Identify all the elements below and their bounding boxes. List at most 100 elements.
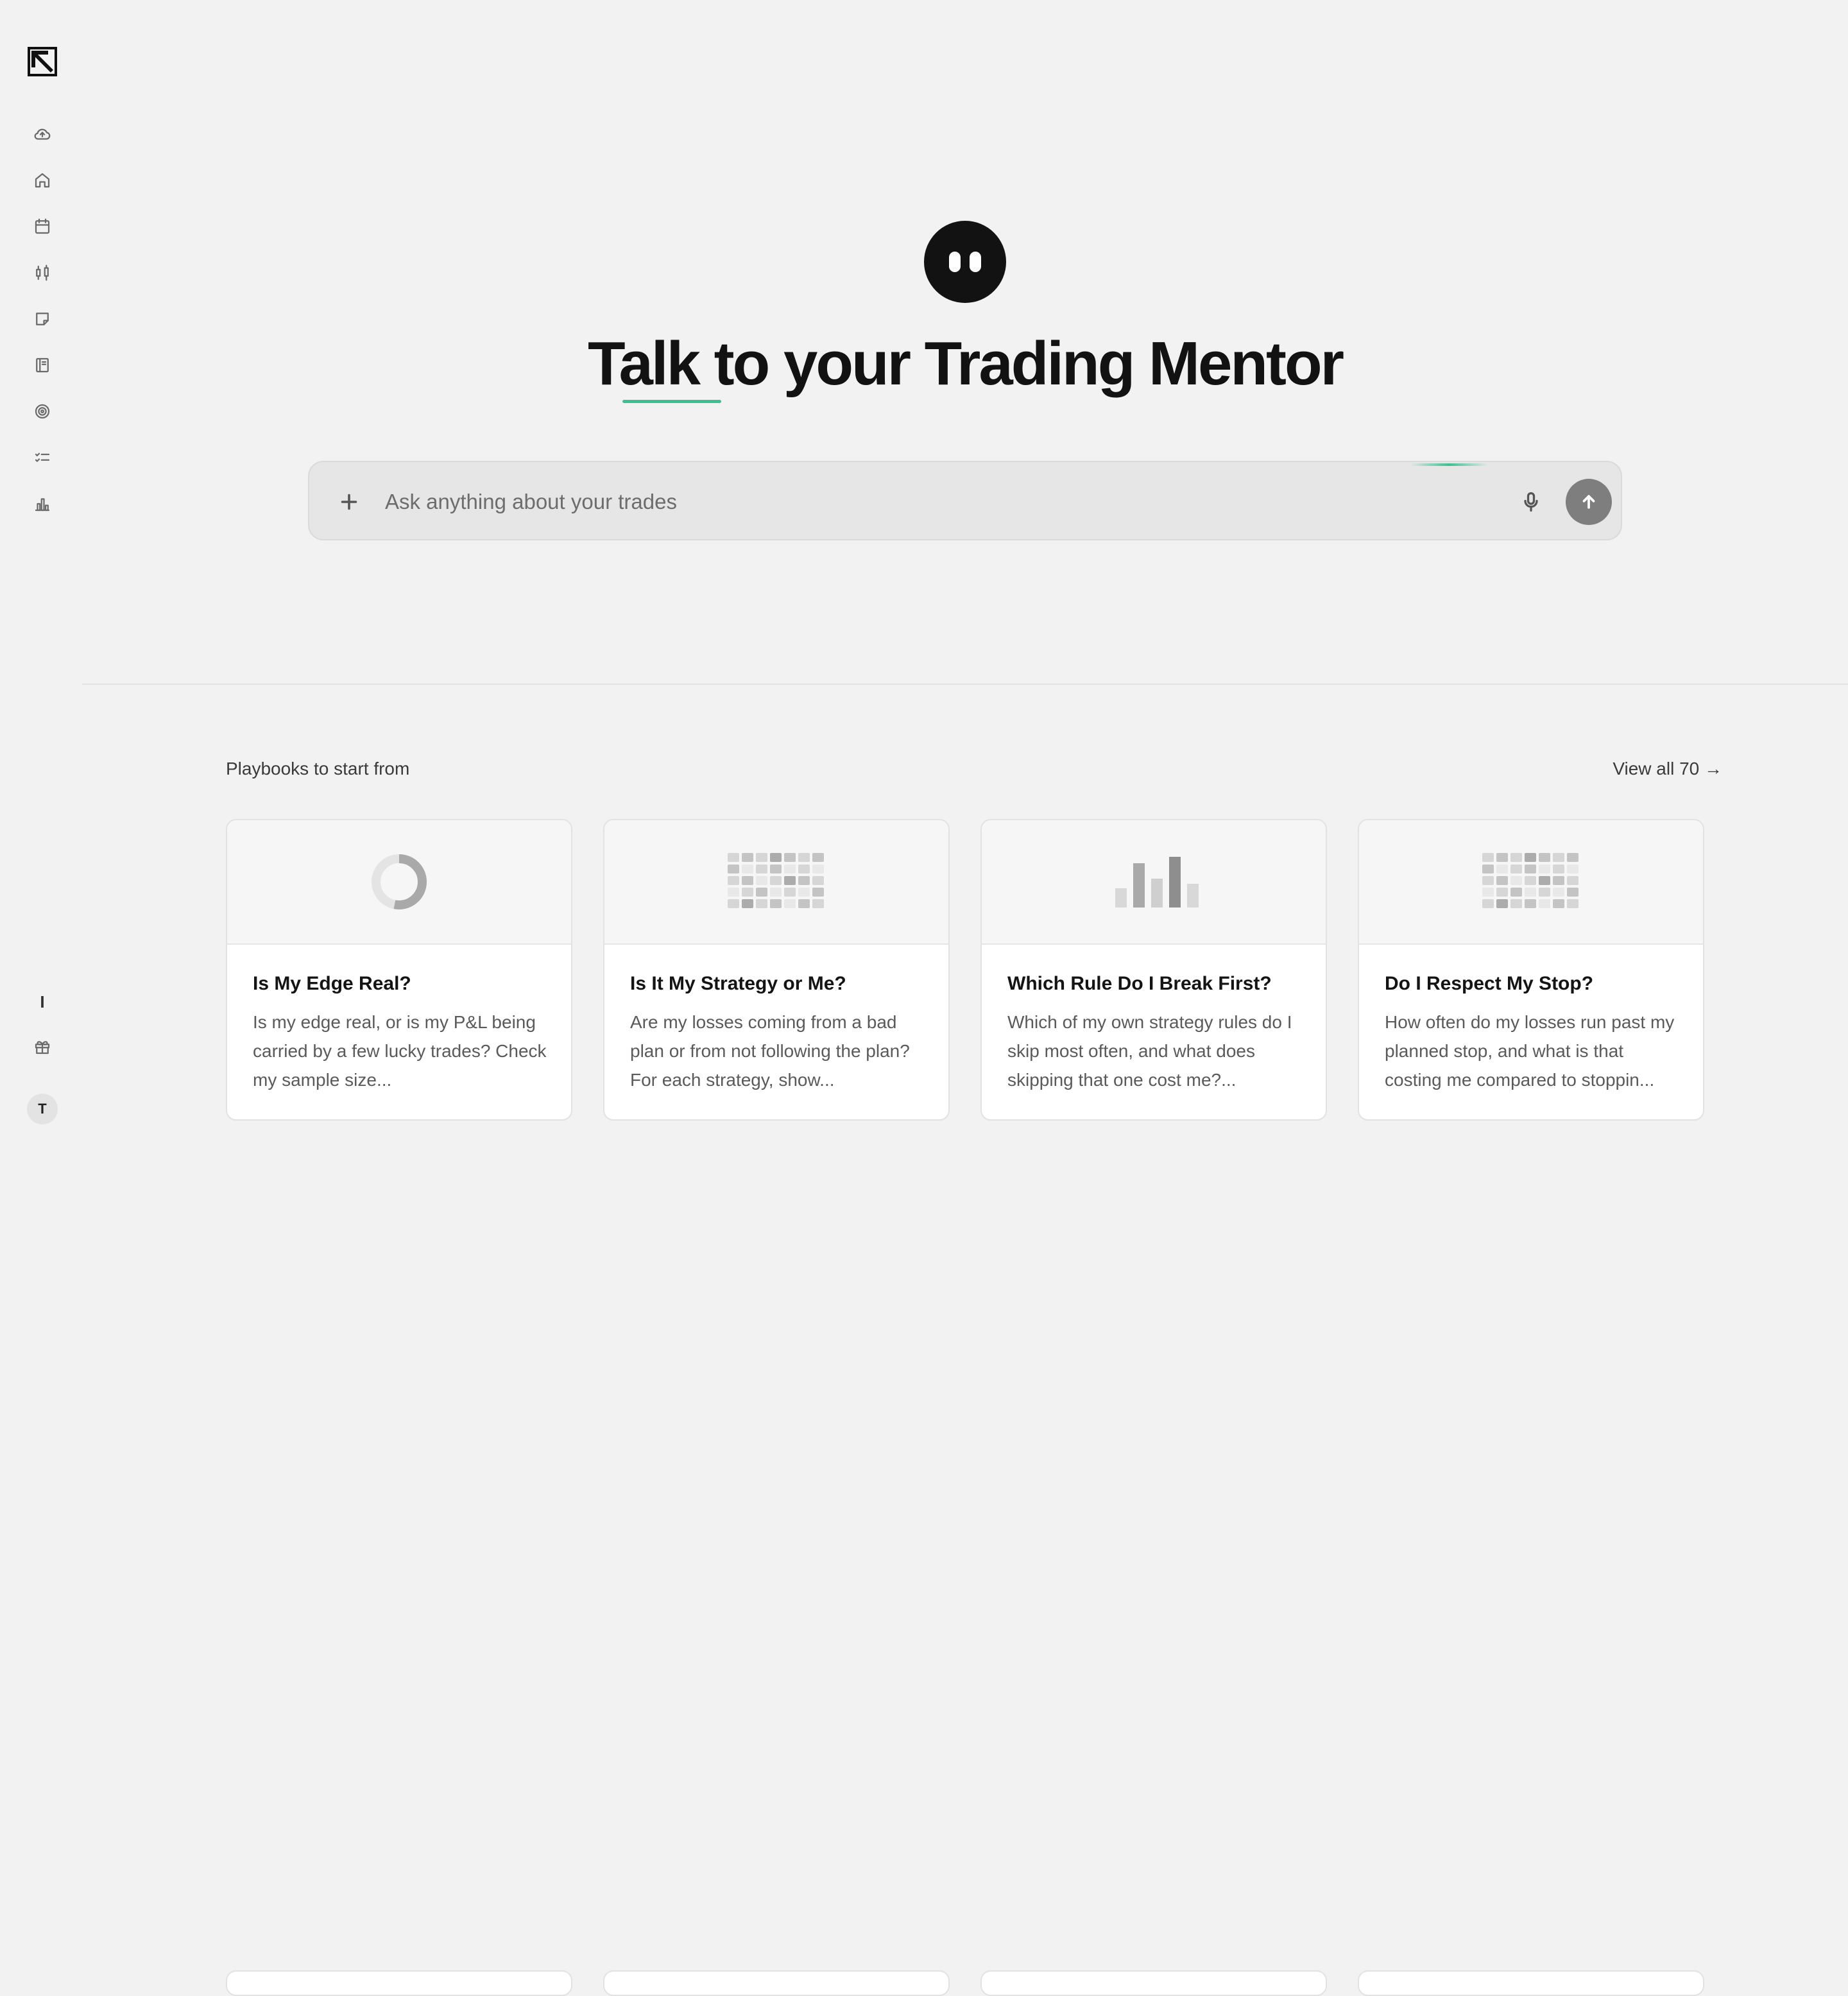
heatmap-cell bbox=[1496, 876, 1508, 885]
attach-plus-button[interactable] bbox=[335, 488, 363, 516]
playbook-card[interactable]: Do I Respect My Stop? How often do my lo… bbox=[1358, 819, 1704, 1121]
heatmap-cell bbox=[770, 888, 782, 897]
heatmap-cell bbox=[1553, 888, 1564, 897]
heatmap-cell bbox=[784, 876, 796, 885]
heatmap-cell bbox=[812, 876, 824, 885]
heatmap-cell bbox=[798, 853, 810, 862]
heatmap-cell bbox=[1567, 876, 1579, 885]
mentor-eye-right bbox=[970, 252, 981, 272]
heatmap-cell bbox=[812, 888, 824, 897]
page-title: Talk to your Trading Mentor bbox=[588, 329, 1344, 398]
heatmap-cell bbox=[798, 876, 810, 885]
microphone-icon bbox=[1524, 492, 1538, 512]
main-content: Talk to your Trading Mentor Playbooks to… bbox=[82, 0, 1848, 1996]
heatmap-cell bbox=[1482, 899, 1494, 908]
card-description: Which of my own strategy rules do I skip… bbox=[1007, 1012, 1292, 1090]
heatmap-cell bbox=[784, 865, 796, 873]
heatmap-cell bbox=[1539, 899, 1550, 908]
heatmap-cell bbox=[770, 876, 782, 885]
heatmap-cell bbox=[1525, 865, 1536, 873]
home-icon[interactable] bbox=[30, 168, 55, 193]
heatmap-cell bbox=[1553, 865, 1564, 873]
heatmap-cell bbox=[798, 865, 810, 873]
note-icon[interactable] bbox=[30, 307, 55, 331]
heatmap-cell bbox=[1482, 853, 1494, 862]
heatmap-cell bbox=[770, 899, 782, 908]
mentor-avatar-icon bbox=[924, 221, 1006, 303]
candlestick-icon[interactable] bbox=[30, 261, 55, 285]
heatmap-cell bbox=[770, 853, 782, 862]
heatmap-cell bbox=[1553, 853, 1564, 862]
heatmap-cell bbox=[1510, 853, 1522, 862]
heatmap-cell bbox=[1539, 876, 1550, 885]
heatmap-cell bbox=[728, 865, 739, 873]
plus-icon bbox=[341, 494, 357, 510]
checklist-icon[interactable] bbox=[30, 445, 55, 470]
calendar-icon[interactable] bbox=[30, 214, 55, 239]
heatmap-grid-icon bbox=[1482, 853, 1579, 908]
heatmap-cell bbox=[742, 888, 753, 897]
heatmap-cell bbox=[798, 899, 810, 908]
playbook-card-peek bbox=[980, 1970, 1327, 1996]
target-icon[interactable] bbox=[30, 399, 55, 424]
heatmap-cell bbox=[1567, 888, 1579, 897]
playbook-card[interactable]: Is It My Strategy or Me? Are my losses c… bbox=[603, 819, 950, 1121]
heatmap-cell bbox=[1525, 853, 1536, 862]
bar-chart-icon[interactable] bbox=[30, 492, 55, 516]
heatmap-cell bbox=[756, 876, 767, 885]
notebook-icon[interactable] bbox=[30, 353, 55, 377]
heatmap-cell bbox=[1510, 865, 1522, 873]
heatmap-cell bbox=[742, 853, 753, 862]
section-title: Playbooks to start from bbox=[226, 759, 410, 779]
chat-input[interactable] bbox=[385, 481, 1476, 522]
heatmap-cell bbox=[742, 899, 753, 908]
playbook-card-peek bbox=[226, 1970, 572, 1996]
heatmap-cell bbox=[1510, 876, 1522, 885]
heatmap-cell bbox=[1525, 888, 1536, 897]
playbook-card-peek bbox=[1358, 1970, 1704, 1996]
card-title: Do I Respect My Stop? bbox=[1385, 973, 1594, 994]
heatmap-cell bbox=[756, 865, 767, 873]
heatmap-cell bbox=[770, 865, 782, 873]
input-glow-accent bbox=[1410, 463, 1487, 466]
card-title: Is It My Strategy or Me? bbox=[630, 973, 846, 994]
heatmap-cell bbox=[1510, 888, 1522, 897]
heatmap-cell bbox=[1567, 899, 1579, 908]
heatmap-cell bbox=[756, 853, 767, 862]
sidebar: I T bbox=[0, 0, 82, 1155]
heatmap-cell bbox=[784, 853, 796, 862]
card-description: Is my edge real, or is my P&L being carr… bbox=[253, 1012, 547, 1090]
cloud-upload-icon[interactable] bbox=[30, 122, 55, 146]
card-title: Is My Edge Real? bbox=[253, 973, 411, 994]
heatmap-cell bbox=[784, 888, 796, 897]
heatmap-cell bbox=[742, 876, 753, 885]
heatmap-cell bbox=[784, 899, 796, 908]
view-all-link[interactable]: View all 70 → bbox=[1613, 759, 1722, 779]
heatmap-cell bbox=[1553, 899, 1564, 908]
user-avatar[interactable]: T bbox=[27, 1094, 58, 1124]
heatmap-cell bbox=[1525, 876, 1536, 885]
heatmap-cell bbox=[728, 899, 739, 908]
send-button[interactable] bbox=[1566, 479, 1612, 525]
heatmap-grid-icon bbox=[728, 853, 824, 908]
gift-icon[interactable] bbox=[30, 1035, 55, 1059]
playbook-card[interactable]: Is My Edge Real? Is my edge real, or is … bbox=[226, 819, 572, 1121]
heatmap-cell bbox=[1482, 865, 1494, 873]
heatmap-cell bbox=[1539, 888, 1550, 897]
app-logo[interactable] bbox=[28, 47, 57, 76]
heatmap-cell bbox=[798, 888, 810, 897]
heatmap-cell bbox=[1567, 853, 1579, 862]
heatmap-cell bbox=[1482, 888, 1494, 897]
playbook-card[interactable]: Which Rule Do I Break First? Which of my… bbox=[980, 819, 1327, 1121]
heatmap-cell bbox=[812, 865, 824, 873]
heatmap-cell bbox=[756, 888, 767, 897]
bar-chart-icon bbox=[1115, 857, 1199, 908]
heatmap-cell bbox=[728, 888, 739, 897]
sidebar-text-marker[interactable]: I bbox=[30, 990, 55, 1014]
card-illustration bbox=[604, 820, 948, 945]
card-title: Which Rule Do I Break First? bbox=[1007, 973, 1272, 994]
heatmap-cell bbox=[1539, 865, 1550, 873]
donut-chart-icon bbox=[372, 854, 427, 909]
heatmap-cell bbox=[1567, 865, 1579, 873]
microphone-button[interactable] bbox=[1517, 488, 1545, 516]
